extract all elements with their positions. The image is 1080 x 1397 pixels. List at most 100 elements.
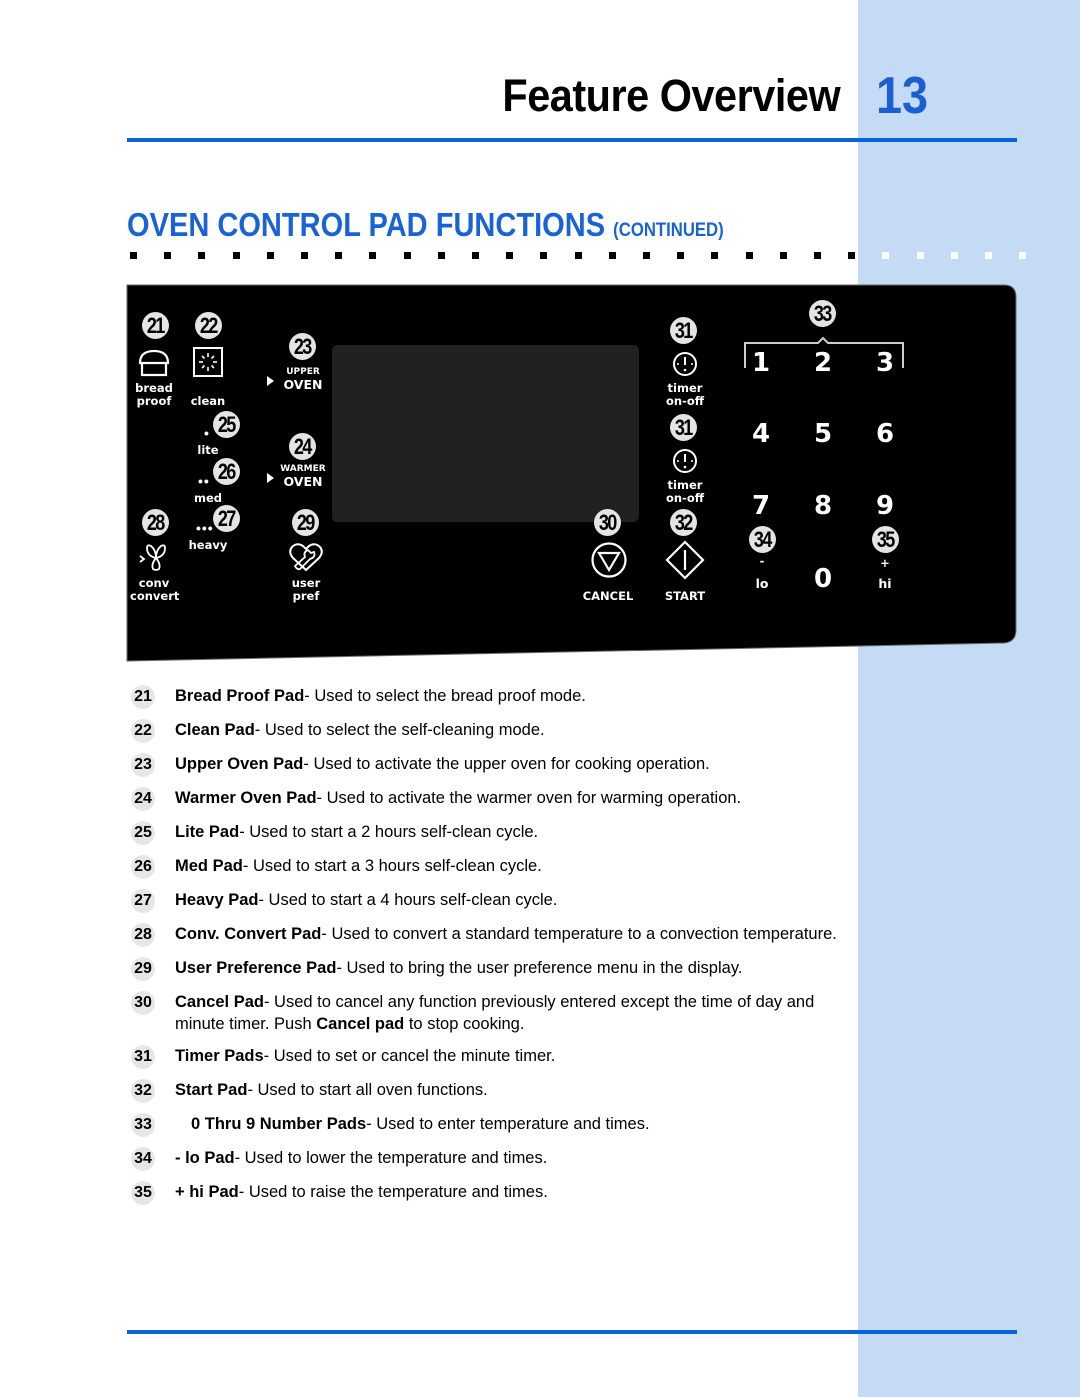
divider-square bbox=[574, 252, 582, 259]
divider-square bbox=[814, 252, 821, 259]
keypad-4[interactable]: 4 bbox=[746, 419, 776, 449]
callout-28: 28 bbox=[142, 509, 169, 536]
list-item: 34 - lo Pad- Used to lower the temperatur… bbox=[131, 1147, 851, 1171]
item-description: 0 Thru 9 Number Pads- Used to enter temp… bbox=[175, 1114, 650, 1136]
divider-square bbox=[540, 252, 548, 259]
item-description: Cancel Pad- Used to cancel any function … bbox=[175, 992, 851, 1035]
callout-21: 21 bbox=[142, 312, 169, 339]
item-text: - Used to enter temperature and times. bbox=[366, 1115, 650, 1133]
warmer-label: WARMER bbox=[280, 464, 326, 474]
item-description: Start Pad- Used to start all oven functi… bbox=[175, 1080, 488, 1102]
timer-pad-lower[interactable]: timer on-off bbox=[660, 447, 710, 507]
item-description: - lo Pad- Used to lower the temperature … bbox=[175, 1148, 547, 1170]
keypad-6[interactable]: 6 bbox=[870, 419, 900, 449]
divider-square bbox=[506, 252, 514, 259]
heavy-pad[interactable]: ••• heavy bbox=[188, 521, 232, 553]
lite-pad[interactable]: • lite bbox=[190, 426, 230, 458]
lo-label: lo bbox=[755, 576, 769, 591]
list-item: 25 Lite Pad- Used to start a 2 hours self… bbox=[131, 821, 851, 845]
callout-33: 33 bbox=[809, 300, 836, 327]
callout-24: 24 bbox=[289, 433, 316, 460]
minus-sign: - bbox=[759, 554, 765, 568]
lite-label: lite bbox=[197, 443, 219, 457]
clean-label: clean bbox=[190, 394, 226, 408]
timer-pad-upper[interactable]: timer on-off bbox=[660, 350, 710, 410]
bread-proof-pad[interactable]: bread proof bbox=[132, 345, 176, 415]
heavy-label: heavy bbox=[188, 538, 228, 552]
cancel-triangle-icon bbox=[591, 542, 627, 578]
keypad-5[interactable]: 5 bbox=[808, 419, 838, 449]
item-pad-name: 0 Thru 9 Number Pads bbox=[191, 1115, 367, 1133]
divider-square bbox=[164, 252, 172, 259]
list-item: 35 + hi Pad- Used to raise the temperatur… bbox=[131, 1181, 851, 1205]
item-number-badge: 21 bbox=[131, 685, 155, 709]
upper-oven-pad[interactable]: UPPER OVEN bbox=[264, 365, 330, 395]
section-title: OVEN CONTROL PAD FUNCTIONS (CONTINUED) bbox=[127, 206, 724, 244]
clean-pad[interactable]: clean bbox=[186, 345, 230, 410]
list-item: 24 Warmer Oven Pad- Used to activate the … bbox=[131, 787, 851, 811]
callout-34: 34 bbox=[749, 526, 776, 553]
conv-convert-pad[interactable]: conv convert bbox=[130, 540, 179, 605]
keypad-2[interactable]: 2 bbox=[808, 348, 838, 378]
list-item: 29 User Preference Pad- Used to bring the… bbox=[131, 957, 851, 981]
user-pref-pad[interactable]: user pref bbox=[285, 540, 327, 605]
keypad-0[interactable]: 0 bbox=[808, 564, 838, 594]
item-text: - Used to start a 3 hours self-clean cyc… bbox=[242, 857, 542, 875]
callout-31-b: 31 bbox=[670, 414, 697, 441]
divider-square bbox=[1019, 252, 1027, 259]
list-item: 32 Start Pad- Used to start all oven func… bbox=[131, 1079, 851, 1103]
plus-sign: + bbox=[880, 556, 890, 570]
keypad-7[interactable]: 7 bbox=[746, 491, 776, 521]
wrench-heart-icon bbox=[289, 543, 323, 572]
divider-square bbox=[848, 252, 856, 259]
item-pad-name: Cancel Pad bbox=[175, 993, 264, 1011]
hi-pad[interactable]: + hi bbox=[871, 555, 899, 593]
item-description: + hi Pad- Used to raise the temperature … bbox=[175, 1182, 548, 1204]
item-description: Timer Pads- Used to set or cancel the mi… bbox=[175, 1046, 555, 1068]
item-text: - Used to start all oven functions. bbox=[247, 1081, 488, 1099]
callout-30: 30 bbox=[594, 509, 621, 536]
page-number: 13 bbox=[876, 67, 929, 125]
item-pad-name: Warmer Oven Pad bbox=[175, 789, 317, 807]
divider-square bbox=[130, 252, 137, 259]
start-pad[interactable]: START bbox=[658, 540, 712, 605]
section-title-text: OVEN CONTROL PAD FUNCTIONS bbox=[127, 206, 606, 243]
fan-icon bbox=[139, 544, 166, 571]
divider-square bbox=[608, 252, 616, 259]
cancel-pad[interactable]: CANCEL bbox=[580, 540, 636, 605]
item-text: - Used to bring the user preference menu… bbox=[336, 959, 743, 977]
item-number-badge: 23 bbox=[131, 753, 155, 777]
divider-square bbox=[711, 252, 719, 259]
keypad-1[interactable]: 1 bbox=[746, 348, 776, 378]
item-number-badge: 32 bbox=[131, 1079, 155, 1103]
triangle-right-icon bbox=[267, 473, 274, 483]
item-number-badge: 34 bbox=[131, 1147, 155, 1171]
item-description: Warmer Oven Pad- Used to activate the wa… bbox=[175, 788, 741, 810]
divider-square bbox=[985, 252, 992, 259]
item-text: - Used to activate the warmer oven for w… bbox=[316, 789, 742, 807]
divider-square bbox=[950, 252, 958, 259]
hi-label: hi bbox=[878, 576, 892, 591]
med-dots-icon: •• bbox=[198, 473, 210, 489]
keypad-9[interactable]: 9 bbox=[870, 491, 900, 521]
med-pad[interactable]: •• med bbox=[190, 473, 230, 506]
item-number-badge: 29 bbox=[131, 957, 155, 981]
warmer-oven-pad[interactable]: WARMER OVEN bbox=[264, 462, 330, 492]
keypad-8[interactable]: 8 bbox=[808, 491, 838, 521]
item-number-badge: 24 bbox=[131, 787, 155, 811]
item-number-badge: 31 bbox=[131, 1045, 155, 1069]
keypad-3[interactable]: 3 bbox=[870, 348, 900, 378]
clean-sparkle-icon bbox=[193, 347, 223, 377]
divider-square bbox=[643, 252, 650, 259]
item-number-badge: 35 bbox=[131, 1181, 155, 1205]
item-text: - Used to select the bread proof mode. bbox=[304, 687, 586, 705]
item-pad-name: + hi Pad bbox=[175, 1183, 239, 1201]
item-text: - Used to lower the temperature and time… bbox=[234, 1149, 548, 1167]
item-pad-name: Clean Pad bbox=[175, 721, 255, 739]
divider-square bbox=[677, 252, 685, 259]
item-pad-name: Lite Pad bbox=[175, 823, 240, 841]
item-text: - Used to convert a standard temperature… bbox=[321, 925, 837, 943]
divider-square bbox=[232, 252, 240, 259]
divider-square bbox=[472, 252, 479, 259]
lo-pad[interactable]: - lo bbox=[748, 555, 776, 593]
